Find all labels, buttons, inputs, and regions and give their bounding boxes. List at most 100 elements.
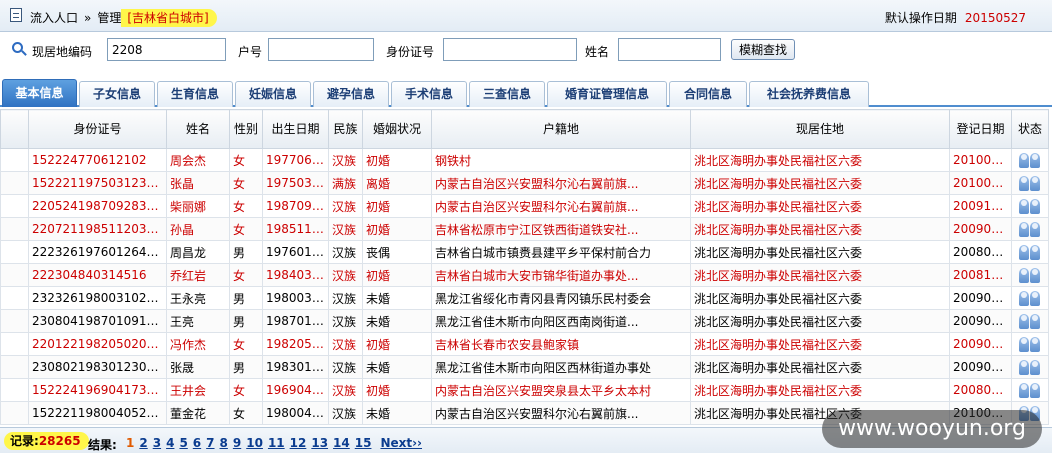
tab-birth-info[interactable]: 生育信息 [157, 81, 233, 107]
col-residence[interactable]: 现居住地 [690, 109, 950, 149]
row-select-cell[interactable] [0, 332, 29, 356]
users-icon[interactable] [1018, 244, 1042, 260]
table-row[interactable]: 220721198511203422 孙晶女 19851120 汉族 初婚 吉林省松原市宁… [0, 217, 1049, 241]
users-icon[interactable] [1018, 221, 1042, 237]
status-cell[interactable] [1011, 240, 1049, 264]
idcard-input[interactable] [443, 38, 577, 61]
status-cell[interactable] [1011, 378, 1049, 402]
next-page-link[interactable]: Next›› [380, 436, 422, 450]
tab-social-fee-info[interactable]: 社会抚养费信息 [749, 81, 869, 107]
birth-date-cell: 19830123 [262, 355, 329, 379]
status-cell[interactable] [1011, 355, 1049, 379]
users-icon[interactable] [1018, 267, 1042, 283]
page-link-6[interactable]: 6 [193, 436, 201, 450]
table-row[interactable]: 230804198701091311 王亮男 19870109 汉族 未婚 黑龙江省佳木斯… [0, 309, 1049, 333]
page-link-15[interactable]: 15 [355, 436, 372, 450]
idcard-cell: 152224196904173582 [28, 378, 167, 402]
col-marital[interactable]: 婚姻状况 [362, 109, 432, 149]
col-sex[interactable]: 性别 [229, 109, 263, 149]
name-cell: 王亮 [166, 309, 230, 333]
tab-basic-info[interactable]: 基本信息 [2, 79, 77, 107]
page-link-4[interactable]: 4 [166, 436, 174, 450]
row-select-cell[interactable] [0, 194, 29, 218]
table-row[interactable]: 152224770612102 周会杰女 19770612 汉族 初婚 钢铁村 洮北区海明办… [0, 148, 1049, 172]
household-input[interactable] [268, 38, 374, 61]
page-link-13[interactable]: 13 [311, 436, 328, 450]
page-link-3[interactable]: 3 [153, 436, 161, 450]
page-link-7[interactable]: 7 [206, 436, 214, 450]
page-link-10[interactable]: 10 [246, 436, 263, 450]
status-cell[interactable] [1011, 194, 1049, 218]
users-icon[interactable] [1018, 313, 1042, 329]
table-row[interactable]: 220524198709283665 柴丽娜女 19870928 汉族 初婚 内蒙古自治区… [0, 194, 1049, 218]
col-name[interactable]: 姓名 [166, 109, 230, 149]
marital-cell: 未婚 [362, 309, 432, 333]
fuzzy-search-button[interactable]: 模糊查找 [731, 39, 795, 60]
col-hukou[interactable]: 户籍地 [431, 109, 691, 149]
residence-cell: 洮北区海明办事处民福社区六委 [690, 286, 950, 310]
page-link-14[interactable]: 14 [333, 436, 350, 450]
table-row[interactable]: 220122198205020429 冯作杰女 19820502 汉族 初婚 吉林省长春市… [0, 332, 1049, 356]
name-input[interactable] [618, 38, 721, 61]
marital-cell: 丧偶 [362, 240, 432, 264]
table-row[interactable]: 152221197503123248 张晶女 19750312 满族 离婚 内蒙古自治区兴… [0, 171, 1049, 195]
hukou-cell: 吉林省白城市镇赉县建平乡平保村前合力 [431, 240, 691, 264]
row-select-cell[interactable] [0, 286, 29, 310]
page-link-11[interactable]: 11 [268, 436, 285, 450]
users-icon[interactable] [1018, 336, 1042, 352]
page-link-8[interactable]: 8 [220, 436, 228, 450]
col-reg-date[interactable]: 登记日期 [949, 109, 1012, 149]
status-cell[interactable] [1011, 286, 1049, 310]
table-row[interactable]: 222326197601264157 周昌龙男 19760126 汉族 丧偶 吉林省白城市… [0, 240, 1049, 264]
col-nation[interactable]: 民族 [328, 109, 363, 149]
status-cell[interactable] [1011, 332, 1049, 356]
idcard-cell: 232326198003102311 [28, 286, 167, 310]
table-row[interactable]: 232326198003102311 王永亮男 19800310 汉族 未婚 黑龙江省绥化… [0, 286, 1049, 310]
status-cell[interactable] [1011, 263, 1049, 287]
hukou-cell: 内蒙古自治区兴安盟科尔沁右翼前旗... [431, 401, 691, 425]
row-select-cell[interactable] [0, 171, 29, 195]
status-cell[interactable] [1011, 171, 1049, 195]
status-cell[interactable] [1011, 309, 1049, 333]
users-icon[interactable] [1018, 359, 1042, 375]
tab-contraception-info[interactable]: 避孕信息 [313, 81, 389, 107]
marital-cell: 初婚 [362, 332, 432, 356]
page-link-5[interactable]: 5 [179, 436, 187, 450]
row-select-cell[interactable] [0, 263, 29, 287]
tab-contract-info[interactable]: 合同信息 [669, 81, 747, 107]
residence-code-input[interactable] [107, 38, 226, 61]
tab-children-info[interactable]: 子女信息 [79, 81, 155, 107]
page-link-2[interactable]: 2 [139, 436, 147, 450]
status-cell[interactable] [1011, 217, 1049, 241]
status-cell[interactable] [1011, 148, 1049, 172]
row-select-cell[interactable] [0, 240, 29, 264]
users-icon[interactable] [1018, 290, 1042, 306]
page-link-12[interactable]: 12 [290, 436, 307, 450]
table-row[interactable]: 230802198301230316 张晟男 19830123 汉族 未婚 黑龙江省佳木斯… [0, 355, 1049, 379]
row-select-cell[interactable] [0, 217, 29, 241]
row-select-cell[interactable] [0, 378, 29, 402]
table-row[interactable]: 152224196904173582 王井会女 19690417 汉族 初婚 内蒙古自治区… [0, 378, 1049, 402]
birth-date-cell: 19750312 [262, 171, 329, 195]
row-select-cell[interactable] [0, 355, 29, 379]
users-icon[interactable] [1018, 175, 1042, 191]
tab-marriage-cert-info[interactable]: 婚育证管理信息 [547, 81, 667, 107]
tab-surgery-info[interactable]: 手术信息 [391, 81, 467, 107]
col-status[interactable]: 状态 [1011, 109, 1049, 149]
nation-cell: 汉族 [328, 355, 363, 379]
users-icon[interactable] [1018, 198, 1042, 214]
tab-checkup-info[interactable]: 三查信息 [469, 81, 545, 107]
tab-pregnancy-info[interactable]: 妊娠信息 [235, 81, 311, 107]
users-icon[interactable] [1018, 152, 1042, 168]
col-idcard[interactable]: 身份证号 [28, 109, 167, 149]
col-select [0, 109, 29, 149]
page-link-1[interactable]: 1 [126, 436, 134, 450]
nation-cell: 汉族 [328, 217, 363, 241]
row-select-cell[interactable] [0, 401, 29, 425]
page-link-9[interactable]: 9 [233, 436, 241, 450]
table-row[interactable]: 222304840314516 乔红岩女 19840314 汉族 初婚 吉林省白城市大安市… [0, 263, 1049, 287]
col-birth-date[interactable]: 出生日期 [262, 109, 329, 149]
users-icon[interactable] [1018, 382, 1042, 398]
row-select-cell[interactable] [0, 309, 29, 333]
row-select-cell[interactable] [0, 148, 29, 172]
